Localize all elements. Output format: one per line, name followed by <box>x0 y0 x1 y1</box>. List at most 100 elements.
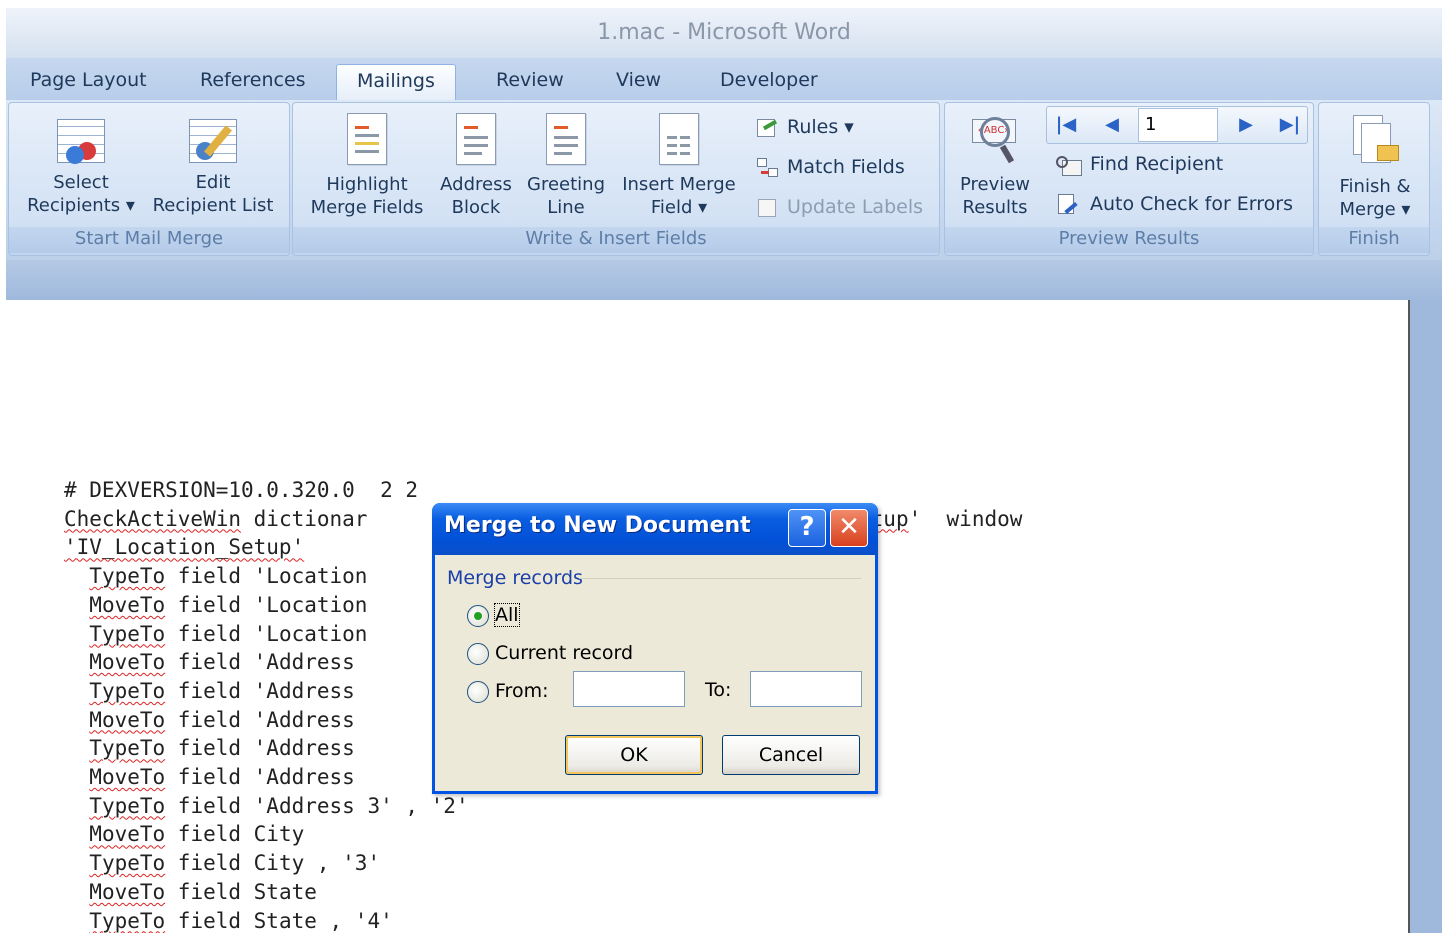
edit-recipient-list-icon <box>189 119 237 163</box>
row-cmd: TypeTo <box>89 851 166 876</box>
preview-results-label: Preview Results <box>959 174 1031 218</box>
record-number-input[interactable]: 1 <box>1138 108 1218 142</box>
group-label-write-insert-fields: Write & Insert Fields <box>293 227 939 253</box>
find-recipient-icon <box>1054 154 1084 176</box>
highlight-merge-fields-label: Highlight Merge Fields <box>310 174 424 218</box>
preview-results-icon: «ABC» <box>966 115 1024 165</box>
close-button[interactable]: ✕ <box>830 509 868 547</box>
row-cmd: TypeTo <box>89 793 166 818</box>
last-record-icon[interactable]: ▶| <box>1276 110 1304 140</box>
greeting-line-label: Greeting Line <box>527 174 605 218</box>
address-block-label: Address Block <box>440 174 512 218</box>
ok-button[interactable]: OK <box>565 735 703 775</box>
finish-merge-icon <box>1349 113 1401 167</box>
help-button[interactable]: ? <box>788 509 826 547</box>
dialog-title-bar[interactable]: Merge to New Document ? ✕ <box>432 503 878 555</box>
edit-recipient-list-button[interactable]: Edit Recipient List <box>147 119 279 217</box>
to-label: To: <box>705 679 732 701</box>
code-line-3: 'IV_Location_Setup' <box>64 535 305 560</box>
group-label-start-mail-merge: Start Mail Merge <box>9 227 289 253</box>
row-args: field 'Address <box>165 765 355 790</box>
group-write-insert-fields: Highlight Merge Fields Address Block Gre… <box>292 102 940 256</box>
group-label-finish: Finish <box>1319 227 1429 253</box>
row-cmd: MoveTo <box>89 592 166 617</box>
auto-check-errors-button[interactable]: Auto Check for Errors <box>1054 190 1293 218</box>
radio-all-label: All <box>494 603 520 627</box>
code-line-1: # DEXVERSION=10.0.320.0 2 2 <box>64 478 419 502</box>
merge-records-group-label: Merge records <box>447 567 583 589</box>
match-fields-button[interactable]: Match Fields <box>755 153 905 181</box>
row-cmd: TypeTo <box>89 736 166 761</box>
update-labels-icon <box>755 197 781 219</box>
to-input[interactable] <box>750 671 862 707</box>
select-recipients-icon <box>57 119 105 164</box>
update-labels-label: Update Labels <box>787 196 924 218</box>
tab-mailings[interactable]: Mailings <box>336 64 456 100</box>
tab-page-layout[interactable]: Page Layout <box>26 64 151 100</box>
group-label-preview-results: Preview Results <box>945 227 1313 253</box>
row-cmd: MoveTo <box>89 879 166 904</box>
code-line-2-cmd: CheckActiveWin <box>64 506 242 531</box>
highlight-merge-fields-button[interactable]: Highlight Merge Fields <box>301 113 433 219</box>
select-recipients-button[interactable]: Select Recipients ▾ <box>17 119 145 217</box>
finish-merge-label: Finish & Merge ▾ <box>1339 176 1411 220</box>
find-recipient-label: Find Recipient <box>1090 153 1224 175</box>
row-args: field 'Address <box>165 650 355 675</box>
row-args: field 'Location <box>165 592 368 617</box>
finish-merge-button[interactable]: Finish & Merge ▾ <box>1323 113 1427 221</box>
row-args: field 'Location <box>165 621 368 646</box>
radio-current-record[interactable]: Current record <box>467 639 633 667</box>
row-args: field 'Location <box>165 564 368 589</box>
radio-from[interactable]: From: <box>467 677 548 705</box>
row-args: field City <box>165 822 305 847</box>
radio-current-label: Current record <box>495 642 634 664</box>
radio-current-circle[interactable] <box>467 642 489 665</box>
window-title: 1.mac - Microsoft Word <box>597 20 851 45</box>
match-fields-icon <box>755 157 781 179</box>
radio-all-circle[interactable] <box>467 604 489 627</box>
rules-icon <box>755 117 781 139</box>
window-title-bar: 1.mac - Microsoft Word <box>6 8 1442 58</box>
update-labels-button[interactable]: Update Labels <box>755 193 923 221</box>
insert-merge-field-button[interactable]: Insert Merge Field ▾ <box>615 113 743 219</box>
merge-to-new-document-dialog: Merge to New Document ? ✕ Merge records … <box>432 503 878 794</box>
rules-button[interactable]: Rules ▾ <box>755 113 854 141</box>
address-block-button[interactable]: Address Block <box>435 113 517 219</box>
group-divider <box>579 578 861 579</box>
group-finish: Finish & Merge ▾ Finish <box>1318 102 1430 256</box>
row-cmd: MoveTo <box>89 822 166 847</box>
find-recipient-button[interactable]: Find Recipient <box>1054 150 1223 178</box>
from-input[interactable] <box>573 671 685 707</box>
radio-from-label: From: <box>495 680 549 702</box>
radio-all[interactable]: All <box>467 601 520 629</box>
tab-view[interactable]: View <box>612 64 665 100</box>
row-args: field 'Address <box>165 678 355 703</box>
greeting-line-button[interactable]: Greeting Line <box>523 113 609 219</box>
code-line-2-tail: ' window <box>908 506 1023 531</box>
insert-merge-field-icon <box>659 113 699 165</box>
row-args: field City , '3' <box>165 851 381 876</box>
insert-merge-field-label: Insert Merge Field ▾ <box>622 174 736 218</box>
radio-from-circle[interactable] <box>467 680 489 703</box>
tab-review[interactable]: Review <box>492 64 568 100</box>
cancel-button[interactable]: Cancel <box>722 735 860 775</box>
next-record-icon[interactable]: ▶ <box>1232 110 1260 140</box>
row-args: field 'Address <box>165 736 355 761</box>
row-cmd: MoveTo <box>89 650 166 675</box>
previous-record-icon[interactable]: ◀ <box>1098 110 1126 140</box>
highlight-fields-icon <box>347 113 387 165</box>
first-record-icon[interactable]: |◀ <box>1052 110 1080 140</box>
tab-references[interactable]: References <box>196 64 310 100</box>
tab-developer[interactable]: Developer <box>716 64 822 100</box>
greeting-line-icon <box>546 113 586 165</box>
address-block-icon <box>456 113 496 165</box>
row-args: field 'Address 3' , '2' <box>165 793 469 818</box>
ribbon-tab-row: Page Layout References Mailings Review V… <box>6 58 1442 100</box>
dialog-body: Merge records All Current record From: T… <box>435 555 875 791</box>
preview-results-button[interactable]: «ABC» Preview Results <box>951 115 1039 219</box>
row-args: field State , '4' <box>165 908 393 933</box>
dialog-title: Merge to New Document <box>444 513 751 538</box>
code-line-2-args: dictionar <box>241 506 368 531</box>
group-start-mail-merge: Select Recipients ▾ Edit Recipient List … <box>8 102 290 256</box>
row-cmd: MoveTo <box>89 707 166 732</box>
